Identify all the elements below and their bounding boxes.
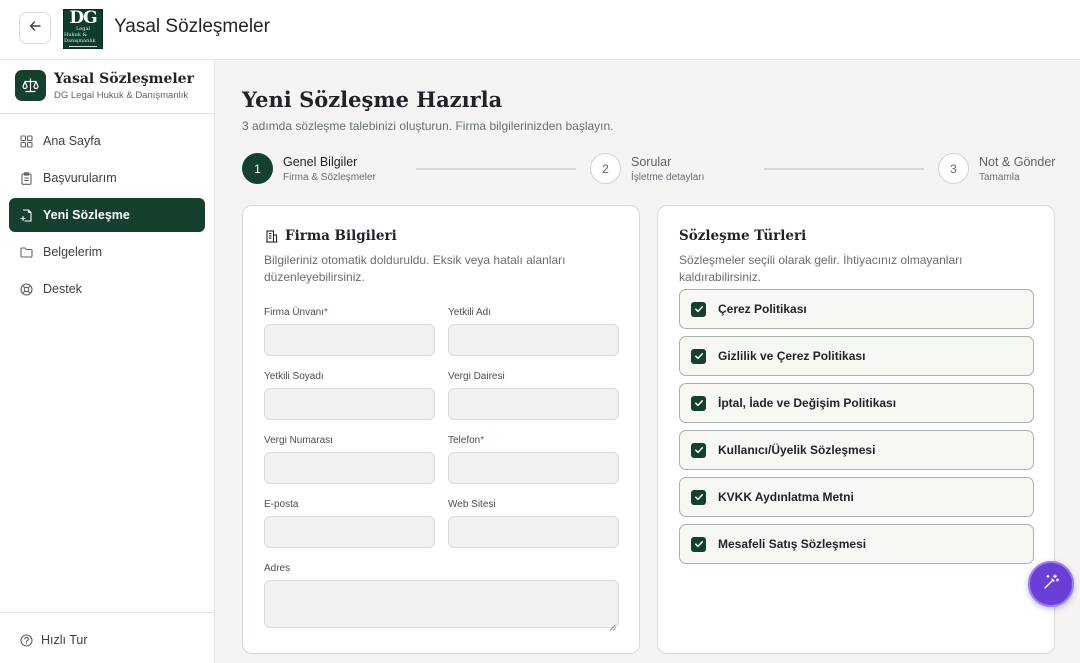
- step-connector: [764, 168, 924, 170]
- step-number: 3: [938, 153, 969, 184]
- company-info-title: Firma Bilgileri: [264, 228, 397, 244]
- field-label-yetkili-adi: Yetkili Adı: [448, 307, 491, 318]
- sidebar-item-label: Ana Sayfa: [43, 134, 101, 148]
- app-title: Yasal Sözleşmeler: [114, 16, 270, 37]
- back-button[interactable]: [19, 12, 51, 44]
- sidebar-item-label: Başvurularım: [43, 171, 117, 185]
- field-label-vergi-dairesi: Vergi Dairesi: [448, 371, 505, 382]
- contract-option-label: Çerez Politikası: [718, 302, 807, 316]
- checkbox-checked-icon[interactable]: [691, 442, 706, 458]
- yetkili-adi-input[interactable]: [448, 324, 619, 356]
- field-label-web-sitesi: Web Sitesi: [448, 499, 496, 510]
- contract-option[interactable]: Gizlilik ve Çerez Politikası: [679, 336, 1034, 376]
- checkbox-checked-icon[interactable]: [691, 489, 706, 505]
- contract-option[interactable]: Kullanıcı/Üyelik Sözleşmesi: [679, 430, 1034, 470]
- lifebuoy-icon: [19, 282, 33, 296]
- contract-types-description: Sözleşmeler seçili olarak gelir. İhtiyac…: [679, 253, 963, 284]
- quick-tour-label: Hızlı Tur: [41, 633, 88, 647]
- step-number: 1: [242, 153, 273, 184]
- main-content: Yeni Sözleşme Hazırla 3 adımda sözleşme …: [215, 60, 1080, 663]
- sidebar-item-label: Destek: [43, 282, 82, 296]
- grid-icon: [19, 134, 33, 148]
- page-subtitle: 3 adımda sözleşme talebinizi oluşturun. …: [242, 119, 614, 133]
- contract-types-title: Sözleşme Türleri: [679, 228, 807, 244]
- contract-option-label: İptal, İade ve Değişim Politikası: [718, 396, 897, 410]
- vergi-dairesi-input[interactable]: [448, 388, 619, 420]
- checkbox-checked-icon[interactable]: [691, 536, 706, 552]
- magic-wand-icon: [1042, 573, 1060, 596]
- file-plus-icon: [19, 208, 33, 222]
- brand-name: Yasal Sözleşmeler: [54, 71, 194, 87]
- step-sublabel: Firma & Sözleşmeler: [283, 172, 376, 183]
- assistant-fab-button[interactable]: [1028, 561, 1074, 607]
- field-label-yetkili-soyadi: Yetkili Soyadı: [264, 371, 324, 382]
- step-connector: [416, 168, 576, 170]
- scale-icon: [15, 70, 46, 101]
- company-info-card: Firma Bilgileri Bilgileriniz otomatik do…: [242, 205, 640, 654]
- top-bar: DG Legal Hukuk & Danışmanlık Yasal Sözle…: [0, 0, 1080, 60]
- sidebar-nav: Ana Sayfa Başvurularım Yeni Sözleşme Bel…: [9, 124, 205, 309]
- checkbox-checked-icon[interactable]: [691, 348, 706, 364]
- step-sublabel: Tamamla: [979, 172, 1020, 183]
- web-sitesi-input[interactable]: [448, 516, 619, 548]
- contract-option-label: Gizlilik ve Çerez Politikası: [718, 349, 866, 363]
- firma-unvani-input[interactable]: [264, 324, 435, 356]
- adres-textarea[interactable]: [264, 580, 619, 631]
- contract-option-label: Mesafeli Satış Sözleşmesi: [718, 537, 867, 551]
- brand-subtitle: DG Legal Hukuk & Danışmanlık: [54, 90, 189, 101]
- yetkili-soyadi-input[interactable]: [264, 388, 435, 420]
- card-title-text: Firma Bilgileri: [285, 228, 397, 244]
- sidebar-item-basvurularim[interactable]: Başvurularım: [9, 161, 205, 195]
- vergi-numarasi-input[interactable]: [264, 452, 435, 484]
- step-number: 2: [590, 153, 621, 184]
- sidebar-item-destek[interactable]: Destek: [9, 272, 205, 306]
- sidebar-item-ana-sayfa[interactable]: Ana Sayfa: [9, 124, 205, 158]
- sidebar-item-belgelerim[interactable]: Belgelerim: [9, 235, 205, 269]
- quick-tour-button[interactable]: Hızlı Tur: [19, 633, 88, 647]
- field-label-adres: Adres: [264, 563, 291, 574]
- resize-handle-icon[interactable]: [609, 618, 616, 631]
- sidebar-brand[interactable]: Yasal Sözleşmeler DG Legal Hukuk & Danış…: [15, 70, 205, 114]
- question-circle-icon: [19, 633, 33, 647]
- company-logo: DG Legal Hukuk & Danışmanlık: [63, 9, 103, 49]
- page-title: Yeni Sözleşme Hazırla: [242, 87, 503, 112]
- checkbox-checked-icon[interactable]: [691, 395, 706, 411]
- sidebar-item-yeni-sozlesme[interactable]: Yeni Sözleşme: [9, 198, 205, 232]
- step-label: Not & Gönder: [979, 155, 1056, 169]
- clipboard-icon: [19, 171, 33, 185]
- sidebar-item-label: Belgelerim: [43, 245, 103, 259]
- step-sublabel: İşletme detayları: [631, 172, 705, 183]
- step-label: Genel Bilgiler: [283, 155, 358, 169]
- contract-option[interactable]: İptal, İade ve Değişim Politikası: [679, 383, 1034, 423]
- checkbox-checked-icon[interactable]: [691, 301, 706, 317]
- company-info-description: Bilgileriniz otomatik dolduruldu. Eksik …: [264, 253, 566, 284]
- step-label: Sorular: [631, 155, 672, 169]
- eposta-input[interactable]: [264, 516, 435, 548]
- contract-option-label: KVKK Aydınlatma Metni: [718, 490, 854, 504]
- contract-option[interactable]: Mesafeli Satış Sözleşmesi: [679, 524, 1034, 564]
- logo-sub: Hukuk & Danışmanlık: [64, 32, 96, 44]
- contract-types-card: Sözleşme Türleri Sözleşmeler seçili olar…: [657, 205, 1055, 654]
- sidebar: Yasal Sözleşmeler DG Legal Hukuk & Danış…: [0, 60, 215, 663]
- contract-option[interactable]: KVKK Aydınlatma Metni: [679, 477, 1034, 517]
- folder-icon: [19, 245, 33, 259]
- logo-mark: DG: [69, 9, 97, 28]
- field-label-telefon: Telefon*: [448, 435, 485, 446]
- field-label-firma-unvani: Firma Ünvanı*: [264, 307, 328, 318]
- arrow-left-icon: [29, 19, 41, 37]
- contract-option[interactable]: Çerez Politikası: [679, 289, 1034, 329]
- sidebar-item-label: Yeni Sözleşme: [43, 208, 130, 222]
- telefon-input[interactable]: [448, 452, 619, 484]
- field-label-eposta: E-posta: [264, 499, 299, 510]
- contract-option-label: Kullanıcı/Üyelik Sözleşmesi: [718, 443, 876, 457]
- field-label-vergi-numarasi: Vergi Numarası: [264, 435, 333, 446]
- building-icon: [264, 229, 278, 243]
